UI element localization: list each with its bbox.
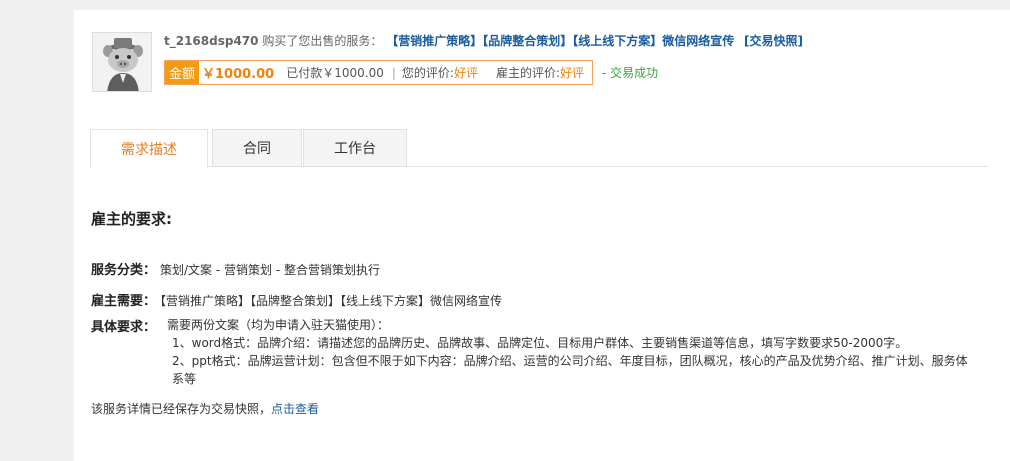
paid-text: 已付款￥1000.00: [286, 66, 384, 80]
detail-line: 需要两份文案（均为申请入驻天猫使用）：: [167, 318, 390, 332]
detail-line: 2、ppt格式：品牌运营计划：包含但不限于如下内容：品牌介绍、运营的公司介绍、年…: [172, 354, 968, 386]
pig-avatar-icon[interactable]: [92, 32, 152, 92]
status-badge: - 交易成功: [602, 66, 659, 80]
need-label: 雇主需要：: [91, 294, 157, 309]
category-row: 服务分类： 策划/文案 - 营销策划 - 整合营销策划执行: [91, 259, 380, 278]
snapshot-link[interactable]: [交易快照]: [744, 34, 803, 48]
detail-text: 需要两份文案（均为申请入驻天猫使用）： 1、word格式：品牌介绍：请描述您的品…: [167, 316, 987, 388]
category-label: 服务分类：: [91, 263, 157, 278]
need-row: 雇主需要： 【营销推广策略】【品牌整合策划】【线上线下方案】微信网络宣传: [91, 290, 502, 309]
category-value: 策划/文案 - 营销策划 - 整合营销策划执行: [160, 263, 380, 277]
your-rating-value: 好评: [453, 66, 478, 80]
tab-requirements[interactable]: 需求描述: [90, 129, 208, 168]
detail-row: 具体要求：: [91, 316, 160, 335]
detail-label: 具体要求：: [91, 320, 157, 335]
tab-bar: 需求描述 合同 工作台: [90, 129, 988, 168]
amount-value: ￥1000.00: [202, 67, 275, 82]
snapshot-note-text: 该服务详情已经保存为交易快照，: [91, 402, 272, 416]
buyer-line: t_2168dsp470 购买了您出售的服务： 【营销推广策略】【品牌整合策划】…: [164, 32, 803, 49]
employer-rating-label: 雇主的评价:: [495, 66, 561, 80]
separator: |: [391, 65, 396, 80]
order-card: t_2168dsp470 购买了您出售的服务： 【营销推广策略】【品牌整合策划】…: [74, 10, 1010, 461]
section-title: 雇主的要求:: [91, 210, 172, 228]
buyer-action-text: 购买了您出售的服务：: [262, 34, 383, 48]
your-rating-label: 您的评价:: [401, 66, 454, 80]
service-title-link[interactable]: 【营销推广策略】【品牌整合策划】【线上线下方案】微信网络宣传: [386, 34, 734, 48]
buyer-name[interactable]: t_2168dsp470: [164, 34, 259, 48]
employer-rating-value: 好评: [560, 66, 585, 80]
amount-box: 金额 ￥1000.00 已付款￥1000.00 | 您的评价: 好评 雇主的评价…: [164, 60, 593, 85]
view-snapshot-link[interactable]: 点击查看: [271, 402, 319, 416]
snapshot-note: 该服务详情已经保存为交易快照，点击查看: [91, 400, 319, 417]
need-value: 【营销推广策略】【品牌整合策划】【线上线下方案】微信网络宣传: [160, 294, 503, 308]
amount-label: 金额: [165, 61, 200, 84]
tab-workbench[interactable]: 工作台: [303, 129, 407, 167]
tab-contract[interactable]: 合同: [212, 129, 302, 167]
detail-line: 1、word格式：品牌介绍：请描述您的品牌历史、品牌故事、品牌定位、目标用户群体…: [172, 336, 908, 350]
